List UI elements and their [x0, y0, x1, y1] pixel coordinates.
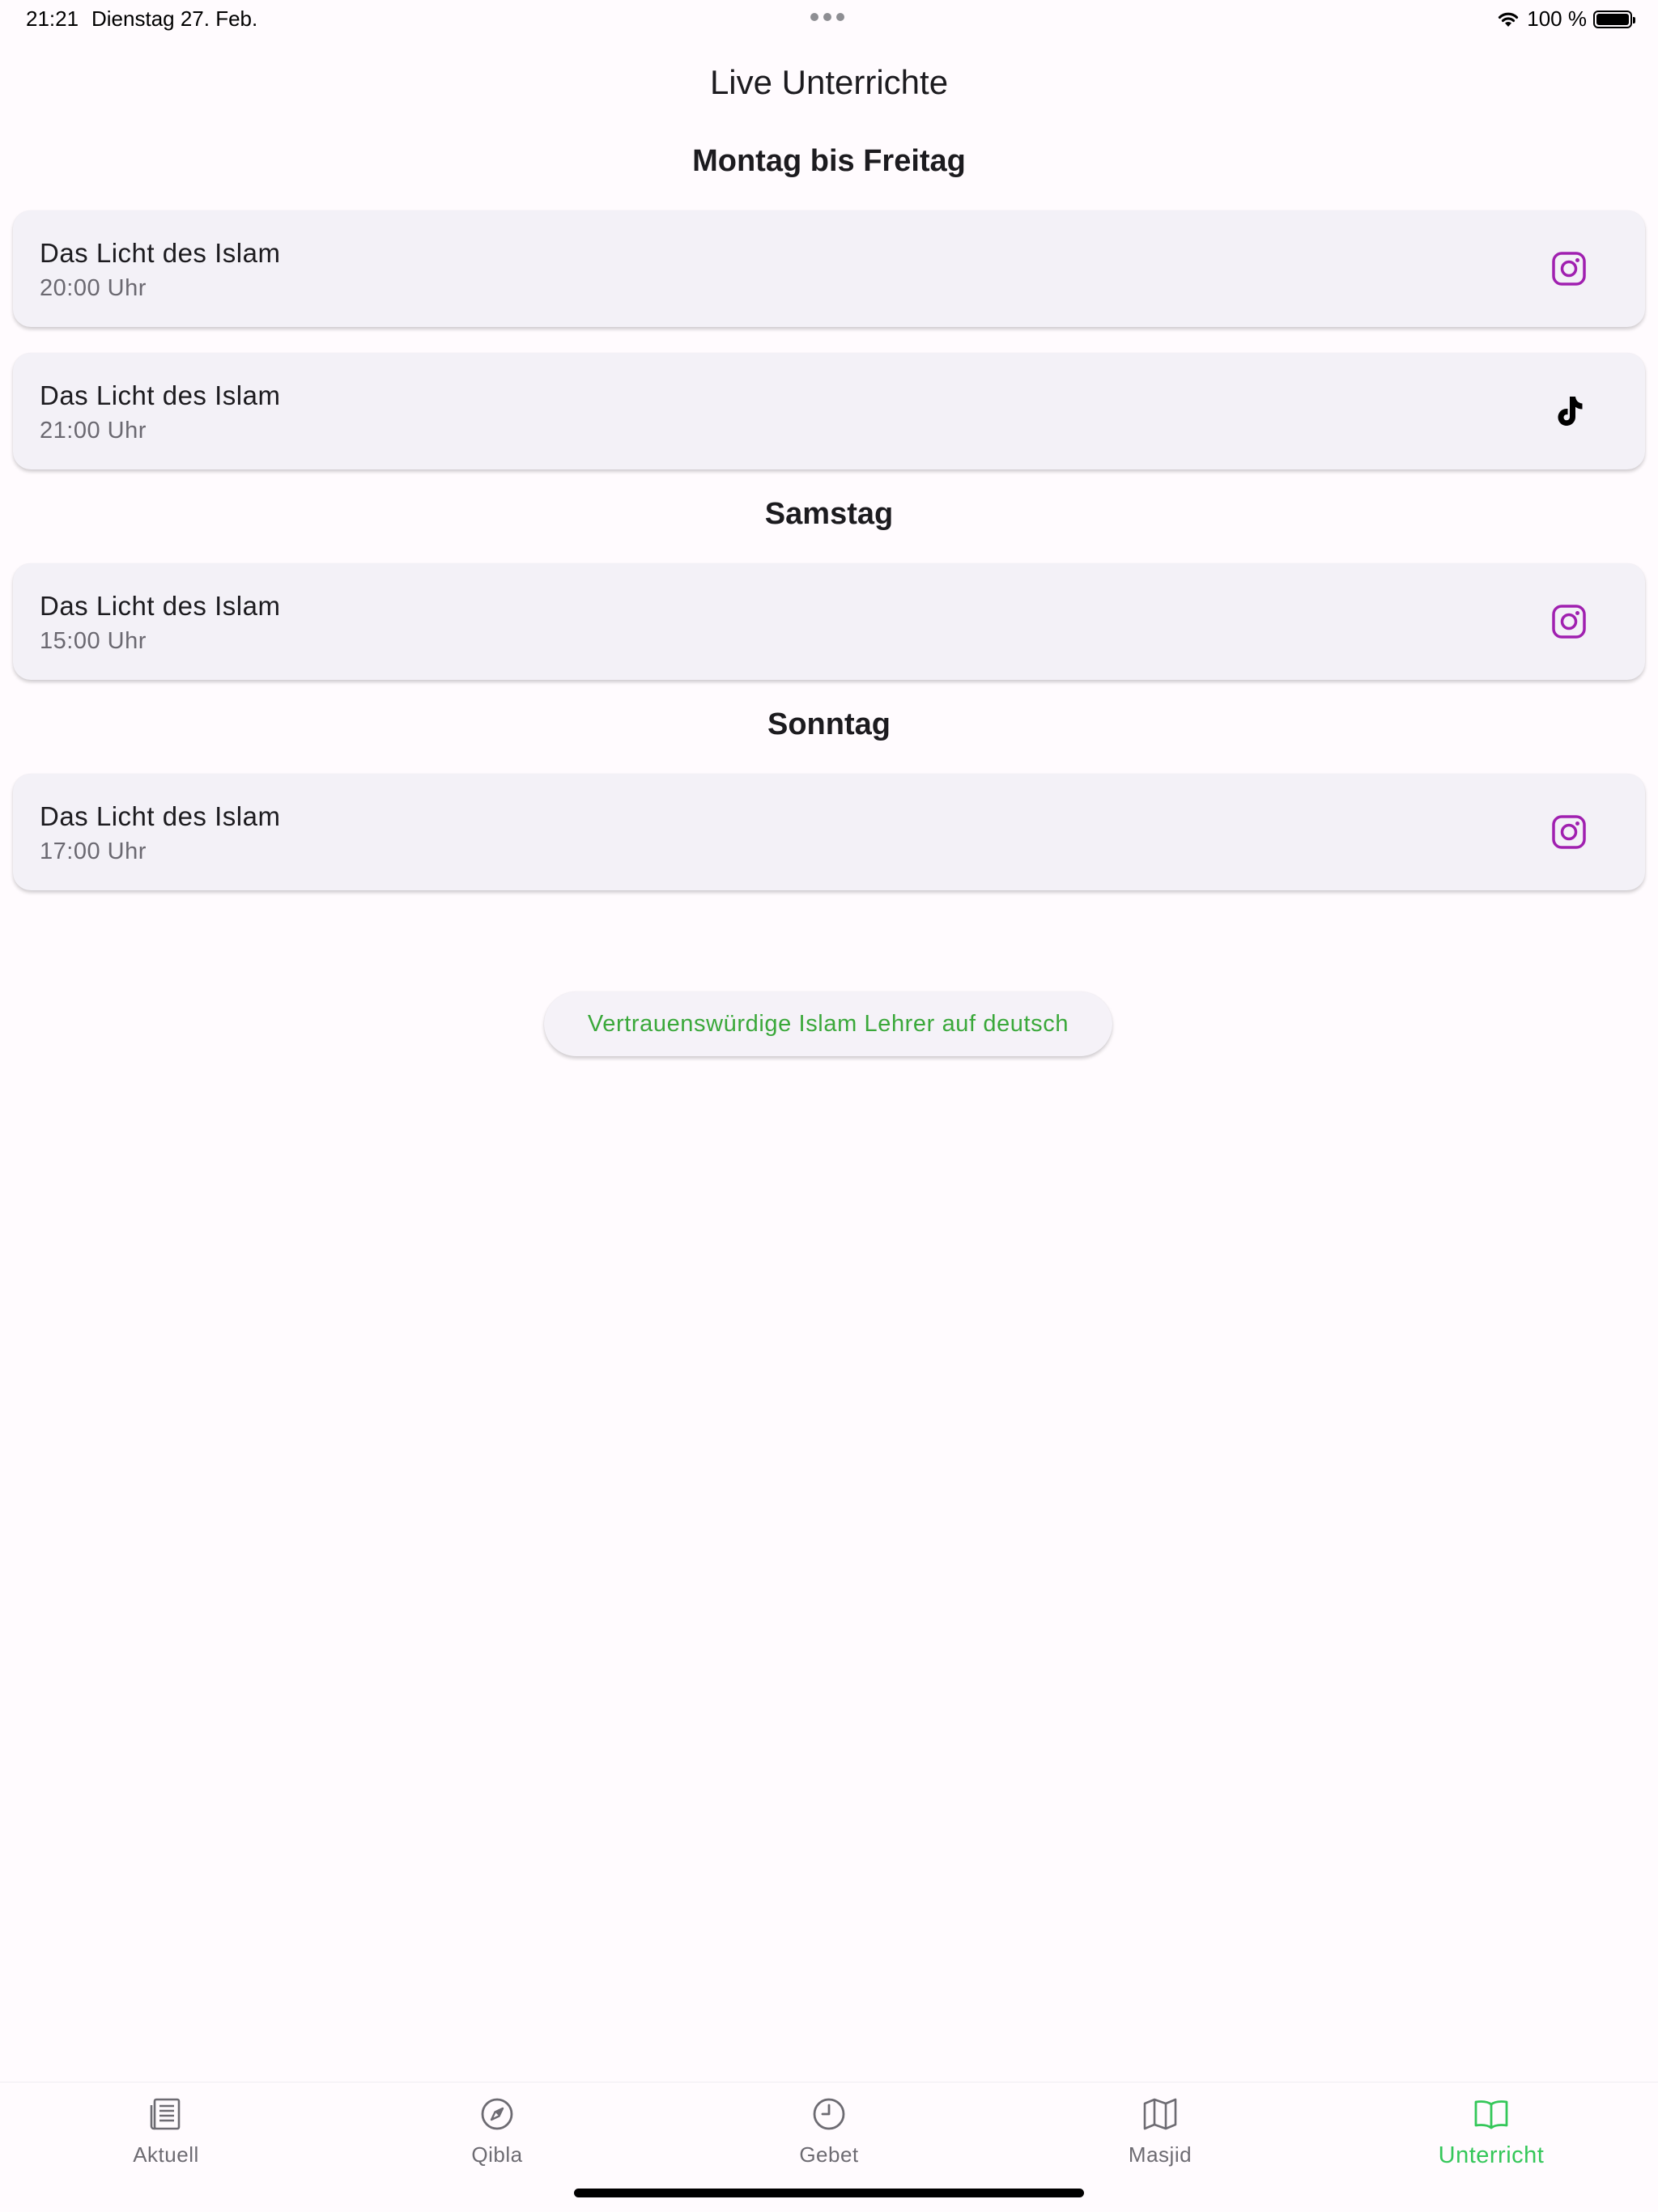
page-title: Live Unterrichte — [709, 63, 949, 101]
schedule-title: Das Licht des Islam — [40, 238, 281, 268]
schedule-card[interactable]: Das Licht des Islam 21:00 Uhr — [13, 353, 1645, 469]
instagram-icon[interactable] — [1551, 251, 1587, 287]
schedule-time: 17:00 Uhr — [40, 839, 147, 864]
status-date: Dienstag 27. Feb. — [91, 6, 258, 31]
home-indicator[interactable] — [574, 2189, 1084, 2197]
nav-label: Qibla — [471, 2142, 523, 2167]
schedule-title: Das Licht des Islam — [40, 591, 281, 621]
tiktok-icon[interactable] — [1551, 393, 1587, 429]
schedule-card[interactable]: Das Licht des Islam 17:00 Uhr — [13, 774, 1645, 890]
battery-percentage: 100 % — [1527, 6, 1587, 31]
wifi-icon — [1499, 12, 1519, 27]
status-time: 21:21 — [26, 6, 79, 31]
nav-label: Gebet — [799, 2142, 859, 2167]
nav-item-unterricht[interactable]: Unterricht — [1386, 2095, 1596, 2184]
schedule-time: 15:00 Uhr — [40, 628, 147, 654]
book-icon — [1474, 2100, 1508, 2129]
status-right: 100 % — [1496, 6, 1635, 32]
schedule-card[interactable]: Das Licht des Islam 20:00 Uhr — [13, 210, 1645, 327]
schedule-time: 21:00 Uhr — [40, 418, 147, 444]
clock-icon — [813, 2098, 845, 2130]
newspaper-icon — [150, 2098, 181, 2130]
schedule-title: Das Licht des Islam — [40, 380, 281, 410]
section-heading-saturday: Samstag — [764, 497, 894, 531]
compass-icon — [481, 2098, 513, 2130]
nav-item-gebet[interactable]: Gebet — [724, 2095, 934, 2184]
map-icon — [1143, 2098, 1177, 2130]
schedule-card[interactable]: Das Licht des Islam 15:00 Uhr — [13, 563, 1645, 680]
section-heading-sunday: Sonntag — [767, 707, 891, 741]
schedule-time: 20:00 Uhr — [40, 275, 147, 301]
instagram-icon[interactable] — [1551, 604, 1587, 639]
nav-label: Unterricht — [1438, 2142, 1545, 2168]
nav-item-qibla[interactable]: Qibla — [392, 2095, 602, 2184]
nav-item-aktuell[interactable]: Aktuell — [61, 2095, 271, 2184]
nav-item-masjid[interactable]: Masjid — [1055, 2095, 1265, 2184]
status-bar: 21:21 Dienstag 27. Feb. 100 % — [0, 0, 1658, 39]
multitasking-dots-icon[interactable] — [810, 13, 844, 21]
nav-label: Aktuell — [133, 2142, 199, 2167]
nav-label: Masjid — [1128, 2142, 1192, 2167]
schedule-title: Das Licht des Islam — [40, 801, 281, 831]
battery-icon — [1593, 10, 1635, 28]
trusted-teachers-button[interactable]: Vertrauenswürdige Islam Lehrer auf deuts… — [544, 991, 1112, 1056]
section-heading-weekdays: Montag bis Freitag — [692, 144, 966, 178]
instagram-icon[interactable] — [1551, 814, 1587, 850]
